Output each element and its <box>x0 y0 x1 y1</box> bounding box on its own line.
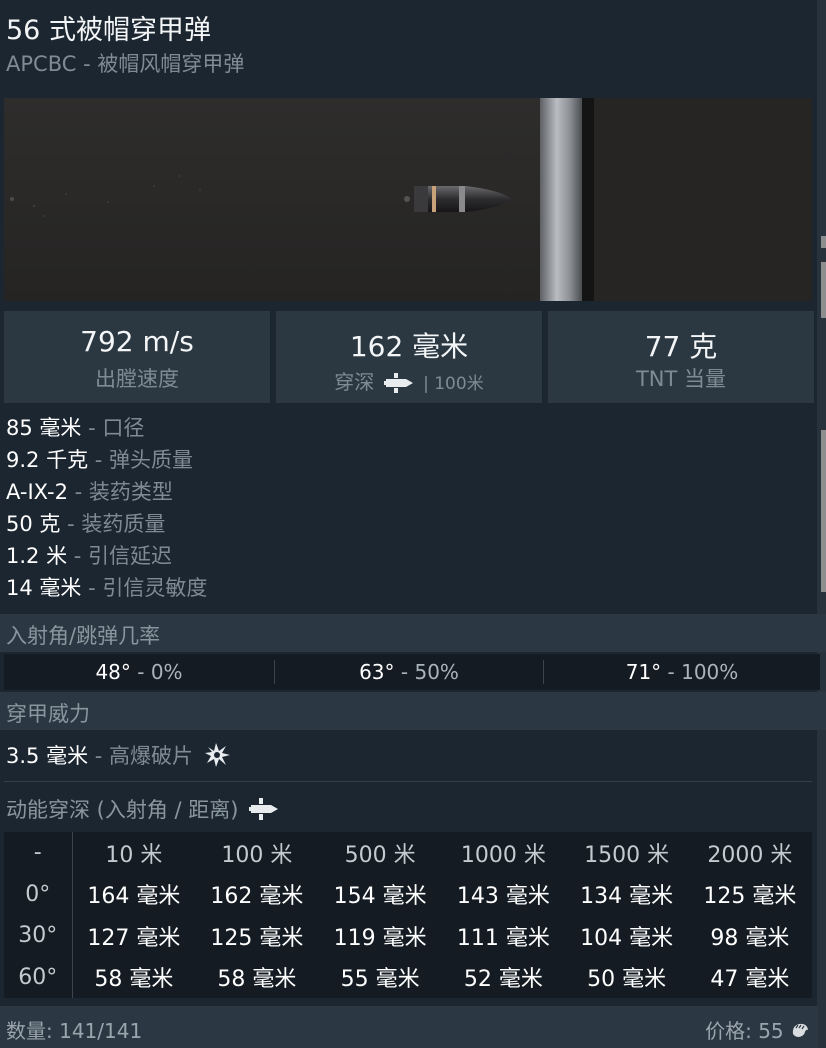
table-cell: 111 毫米 <box>456 925 550 951</box>
shell-flight-illustration <box>4 98 812 301</box>
footer: 数量: 141/141 价格: 55 <box>0 1006 818 1048</box>
armor-power-section-header: 穿甲威力 <box>0 692 826 730</box>
table-cell: 104 毫米 <box>580 925 674 951</box>
he-fragment-value: 3.5 毫米 <box>6 744 89 768</box>
armor-power-section-title: 穿甲威力 <box>6 702 90 726</box>
distance-header: 1000 米 <box>460 842 546 868</box>
angle-header: 0° <box>4 873 73 915</box>
table-cell: 127 毫米 <box>87 925 181 951</box>
ricochet-chance: - 50% <box>394 660 459 684</box>
table-cell: 55 毫米 <box>340 967 420 993</box>
ricochet-section-header: 入射角/跳弹几率 <box>0 614 826 652</box>
property-value: 85 毫米 <box>6 416 82 440</box>
distance-header: 2000 米 <box>707 842 793 868</box>
property-fuse-delay: 1.2 米 - 引信延迟 <box>6 540 207 572</box>
ricochet-cell: 63° - 50% <box>275 654 543 690</box>
divider <box>4 781 812 782</box>
ricochet-angle: 63° <box>359 660 395 684</box>
table-cell: 162 毫米 <box>210 884 304 910</box>
property-value: 1.2 米 <box>6 544 68 568</box>
window-edge <box>817 0 826 1048</box>
angle-header: 30° <box>4 915 73 957</box>
property-desc: - 口径 <box>81 416 145 440</box>
shell-title: 56 式被帽穿甲弹 <box>6 15 211 46</box>
table-corner: - <box>4 832 73 874</box>
table-row: 30° 127 毫米 125 毫米 119 毫米 111 毫米 104 毫米 9… <box>4 915 812 957</box>
ricochet-angle: 71° <box>625 660 662 684</box>
property-desc: - 装药类型 <box>67 480 173 504</box>
angle-header: 60° <box>4 956 73 998</box>
table-cell: 58 毫米 <box>94 967 174 993</box>
table-cell: 50 毫米 <box>587 967 667 993</box>
he-fragment-icon <box>204 741 232 774</box>
distance-header: 10 米 <box>105 842 163 868</box>
property-value: 50 克 <box>6 512 61 536</box>
table-row: 60° 58 毫米 58 毫米 55 毫米 52 毫米 50 毫米 47 毫米 <box>4 956 812 998</box>
property-projectile-mass: 9.2 千克 - 弹头质量 <box>6 444 207 476</box>
tnt-equivalent-label: TNT 当量 <box>635 367 727 391</box>
ricochet-cell: 48° - 0% <box>4 654 274 690</box>
ricochet-cell: 71° - 100% <box>544 654 820 690</box>
kinetic-penetration-label: 动能穿深 (入射角 / 距离) <box>6 798 239 822</box>
ricochet-angle: 48° <box>95 660 131 684</box>
muzzle-velocity-box: 792 m/s 出膛速度 <box>4 311 270 403</box>
table-cell: 119 毫米 <box>333 925 427 951</box>
table-header-row: - 10 米 100 米 500 米 1000 米 1500 米 2000 米 <box>4 832 812 874</box>
property-caliber: 85 毫米 - 口径 <box>6 412 207 444</box>
property-value: 9.2 千克 <box>6 448 89 472</box>
stat-boxes: 792 m/s 出膛速度 162 毫米 穿深 | 100米 77 克 TNT 当… <box>4 311 814 403</box>
muzzle-velocity-label: 出膛速度 <box>95 367 179 391</box>
shell-icon <box>383 371 414 398</box>
property-desc: - 引信灵敏度 <box>81 576 208 600</box>
penetration-label: 穿深 <box>334 370 375 394</box>
price-text: 价格: 55 <box>705 1015 810 1045</box>
property-explosive-type: A-IX-2 - 装药类型 <box>6 476 207 508</box>
shell-preview-image <box>4 98 812 301</box>
table-cell: 98 毫米 <box>710 925 790 951</box>
property-fuse-sensitivity: 14 毫米 - 引信灵敏度 <box>6 572 207 604</box>
silver-lion-icon <box>790 1020 810 1045</box>
property-desc: - 装药质量 <box>60 512 166 536</box>
quantity-text: 数量: 141/141 <box>6 1019 143 1043</box>
property-value: A-IX-2 <box>6 480 68 504</box>
table-cell: 58 毫米 <box>217 967 297 993</box>
he-fragment-desc: - 高爆破片 <box>88 744 194 768</box>
penetration-value: 162 毫米 <box>349 330 469 363</box>
tnt-equivalent-box: 77 克 TNT 当量 <box>548 311 814 403</box>
table-cell: 52 毫米 <box>463 967 543 993</box>
distance-header: 1500 米 <box>584 842 670 868</box>
price-value: 价格: 55 <box>705 1019 784 1043</box>
table-cell: 154 毫米 <box>333 884 427 910</box>
table-cell: 125 毫米 <box>703 884 797 910</box>
table-cell: 143 毫米 <box>456 884 550 910</box>
property-explosive-mass: 50 克 - 装药质量 <box>6 508 207 540</box>
property-value: 14 毫米 <box>6 576 82 600</box>
distance-header: 500 米 <box>344 842 416 868</box>
properties-list: 85 毫米 - 口径 9.2 千克 - 弹头质量 A-IX-2 - 装药类型 5… <box>6 412 207 604</box>
header: 56 式被帽穿甲弹 APCBC - 被帽风帽穿甲弹 <box>0 0 826 88</box>
penetration-table: - 10 米 100 米 500 米 1000 米 1500 米 2000 米 … <box>4 832 812 998</box>
ricochet-row: 48° - 0% 63° - 50% 71° - 100% <box>4 654 820 690</box>
property-desc: - 弹头质量 <box>88 448 194 472</box>
table-cell: 47 毫米 <box>710 967 790 993</box>
table-cell: 125 毫米 <box>210 925 304 951</box>
shell-subtitle: APCBC - 被帽风帽穿甲弹 <box>6 52 245 76</box>
muzzle-velocity-value: 792 m/s <box>80 325 194 358</box>
tnt-equivalent-value: 77 克 <box>644 330 718 363</box>
table-cell: 164 毫米 <box>87 884 181 910</box>
distance-header: 100 米 <box>221 842 293 868</box>
table-cell: 134 毫米 <box>580 884 674 910</box>
table-row: 0° 164 毫米 162 毫米 154 毫米 143 毫米 134 毫米 12… <box>4 873 812 915</box>
shell-icon <box>249 796 279 827</box>
ricochet-chance: - 100% <box>661 660 739 684</box>
ricochet-section-title: 入射角/跳弹几率 <box>6 624 161 648</box>
penetration-distance: | 100米 <box>423 374 484 394</box>
he-fragment-line: 3.5 毫米 - 高爆破片 <box>6 740 232 774</box>
penetration-box: 162 毫米 穿深 | 100米 <box>276 311 542 403</box>
penetration-label-row: 穿深 | 100米 <box>276 366 542 398</box>
ricochet-chance: - 0% <box>130 660 183 684</box>
kinetic-penetration-title: 动能穿深 (入射角 / 距离) <box>6 794 279 827</box>
property-desc: - 引信延迟 <box>67 544 173 568</box>
